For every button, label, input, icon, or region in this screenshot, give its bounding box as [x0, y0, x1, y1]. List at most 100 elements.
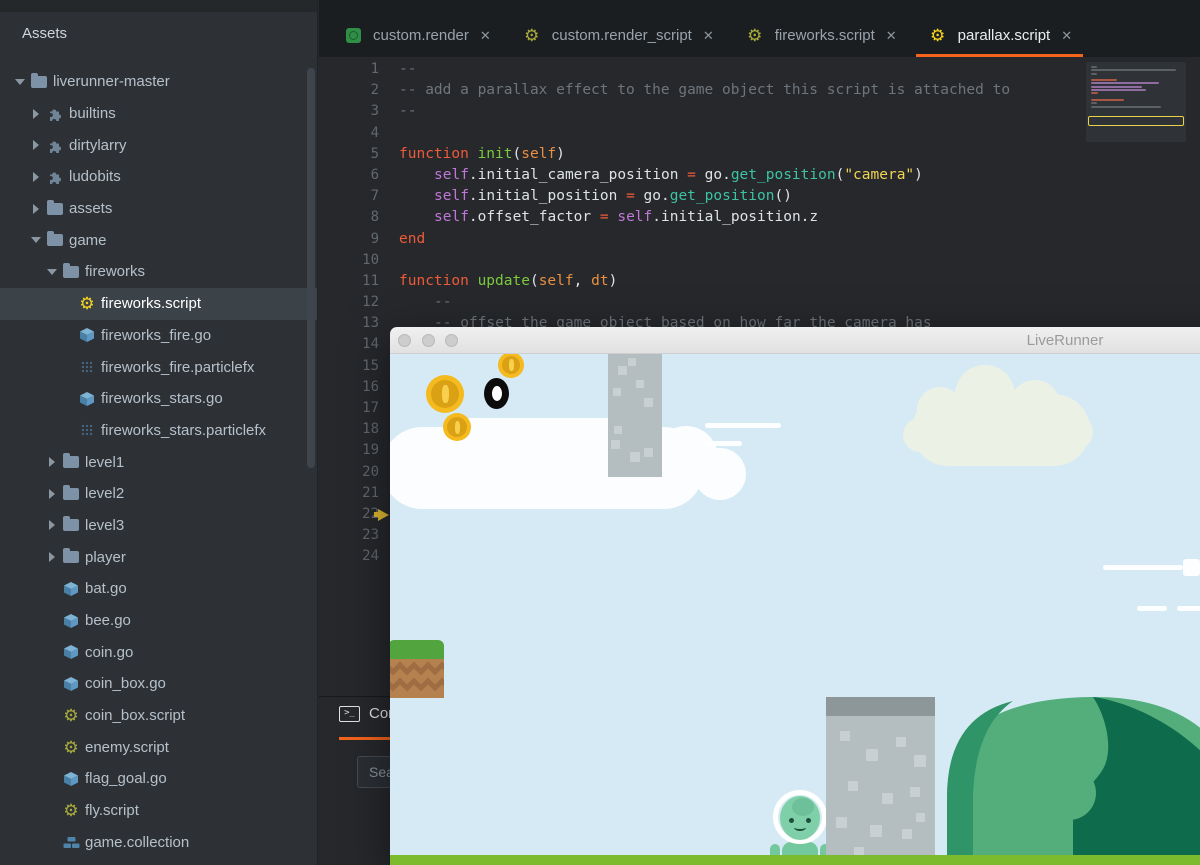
tree-item-level1[interactable]: level1	[0, 446, 317, 478]
folder-icon	[60, 548, 82, 564]
tree-item-label: enemy.script	[85, 738, 169, 756]
minimap[interactable]	[1086, 62, 1186, 142]
tree-item-level2[interactable]: level2	[0, 478, 317, 510]
tree-item-label: fireworks_fire.go	[101, 326, 212, 344]
line-number: 18	[362, 421, 379, 438]
code-line[interactable]: 11 function update(self, dt)	[319, 271, 1200, 292]
code-line[interactable]: 4	[319, 123, 1200, 144]
disclosure-arrow-icon[interactable]	[44, 520, 60, 531]
folder-icon	[44, 231, 66, 247]
speed-line	[702, 441, 742, 446]
script-icon-active: ⚙	[930, 26, 946, 45]
script-icon: ⚙	[63, 706, 79, 726]
tree-item-fireworks-fire-particlefx[interactable]: fireworks_fire.particlefx	[0, 351, 317, 383]
disclosure-arrow-icon[interactable]	[28, 108, 44, 119]
tree-item-coin-box-go[interactable]: coin_box.go	[0, 668, 317, 700]
tree-item-level3[interactable]: level3	[0, 510, 317, 542]
tab-close-icon[interactable]: ✕	[886, 28, 897, 44]
tree-item-coin-go[interactable]: coin.go	[0, 636, 317, 668]
disclosure-arrow-icon[interactable]	[44, 268, 60, 275]
tree-item-fireworks-stars-particlefx[interactable]: fireworks_stars.particlefx	[0, 415, 317, 447]
line-number: 4	[370, 124, 379, 141]
line-content	[379, 250, 399, 271]
building	[608, 354, 662, 477]
asset-tree: liverunner-master builtins dirtylarry lu…	[0, 66, 317, 858]
tree-item-label: fireworks_fire.particlefx	[101, 358, 255, 376]
tree-item-enemy-script[interactable]: ⚙ enemy.script	[0, 731, 317, 763]
code-line[interactable]: 2 -- add a parallax effect to the game o…	[319, 80, 1200, 101]
tree-item-label: fireworks.script	[101, 295, 202, 313]
tree-item-bat-go[interactable]: bat.go	[0, 573, 317, 605]
code-line[interactable]: 10	[319, 250, 1200, 271]
tree-item-label: ludobits	[69, 168, 121, 186]
code-line[interactable]: 5 function init(self)	[319, 144, 1200, 165]
tree-item-player[interactable]: player	[0, 541, 317, 573]
tab-close-icon[interactable]: ✕	[480, 28, 491, 44]
code-line[interactable]: 8 self.offset_factor = self.initial_posi…	[319, 207, 1200, 228]
coin	[426, 375, 464, 413]
tab-custom-render-script[interactable]: ⚙ custom.render_script ✕	[506, 14, 729, 57]
disclosure-arrow-icon[interactable]	[44, 488, 60, 499]
tree-item-bee-go[interactable]: bee.go	[0, 605, 317, 637]
tree-item-label: bat.go	[85, 580, 127, 598]
tree-item-fireworks[interactable]: fireworks	[0, 256, 317, 288]
line-number: 1	[370, 61, 379, 77]
code-line[interactable]: 1 --	[319, 59, 1200, 80]
speed-line	[1137, 606, 1167, 611]
disclosure-arrow-icon[interactable]	[12, 78, 28, 85]
cloud-lobe	[694, 448, 746, 500]
tree-item-flag-goal-go[interactable]: flag_goal.go	[0, 763, 317, 795]
line-number: 22	[362, 505, 379, 522]
disclosure-arrow-icon[interactable]	[28, 171, 44, 182]
gameobject-icon	[76, 327, 98, 343]
line-content: --	[399, 61, 417, 77]
tree-item-coin-box-script[interactable]: ⚙ coin_box.script	[0, 700, 317, 732]
tree-item-builtins[interactable]: builtins	[0, 98, 317, 130]
tree-item-dirtylarry[interactable]: dirtylarry	[0, 129, 317, 161]
tree-item-fireworks-fire-go[interactable]: fireworks_fire.go	[0, 320, 317, 352]
code-line[interactable]: 6 self.initial_camera_position = go.get_…	[319, 165, 1200, 186]
tab-close-icon[interactable]: ✕	[703, 28, 714, 44]
disclosure-arrow-icon[interactable]	[44, 457, 60, 468]
tab-fireworks-script[interactable]: ⚙ fireworks.script ✕	[729, 14, 912, 57]
disclosure-arrow-icon[interactable]	[28, 237, 44, 244]
tree-item-label: game	[69, 231, 107, 249]
tab-close-icon[interactable]: ✕	[1061, 28, 1072, 44]
tree-item-game[interactable]: game	[0, 224, 317, 256]
editor-tabbar: custom.render ✕ ⚙ custom.render_script ✕…	[319, 0, 1200, 57]
tab-parallax-script[interactable]: ⚙ parallax.script ✕	[912, 14, 1087, 57]
sidebar-scrollbar[interactable]	[307, 68, 315, 468]
tree-item-ludobits[interactable]: ludobits	[0, 161, 317, 193]
script-icon-selected: ⚙	[79, 294, 95, 314]
script-icon: ⚙	[747, 26, 763, 45]
tree-item-label: fly.script	[85, 802, 139, 820]
tree-item-assets[interactable]: assets	[0, 193, 317, 225]
line-number: 16	[362, 378, 379, 395]
tab-label: parallax.script	[957, 27, 1051, 44]
tree-item-liverunner-master[interactable]: liverunner-master	[0, 66, 317, 98]
tree-item-game-collection[interactable]: game.collection	[0, 827, 317, 859]
tree-item-fireworks-script[interactable]: ⚙ fireworks.script	[0, 287, 317, 320]
disclosure-arrow-icon[interactable]	[28, 203, 44, 214]
speed-line-dot	[1183, 559, 1200, 576]
game-canvas[interactable]	[390, 354, 1200, 865]
script-icon: ⚙	[63, 737, 79, 757]
game-window-titlebar[interactable]: LiveRunner	[390, 327, 1200, 354]
line-number: 8	[370, 209, 379, 226]
tab-custom-render[interactable]: custom.render ✕	[327, 14, 506, 57]
code-line[interactable]: 7 self.initial_position = go.get_positio…	[319, 186, 1200, 207]
line-number: 12	[362, 294, 379, 311]
line-content	[379, 123, 399, 144]
player-character	[763, 784, 833, 865]
disclosure-arrow-icon[interactable]	[44, 552, 60, 563]
code-line[interactable]: 3 --	[319, 101, 1200, 122]
code-line[interactable]: 9 end	[319, 229, 1200, 250]
tree-item-fireworks-stars-go[interactable]: fireworks_stars.go	[0, 383, 317, 415]
tree-item-fly-script[interactable]: ⚙ fly.script	[0, 795, 317, 827]
gameobject-icon	[60, 676, 82, 692]
game-window[interactable]: LiveRunner	[390, 327, 1200, 865]
code-line[interactable]: 12 --	[319, 292, 1200, 313]
disclosure-arrow-icon[interactable]	[28, 140, 44, 151]
tab-label: custom.render_script	[551, 27, 692, 44]
line-content: -- add a parallax effect to the game obj…	[399, 82, 1011, 99]
